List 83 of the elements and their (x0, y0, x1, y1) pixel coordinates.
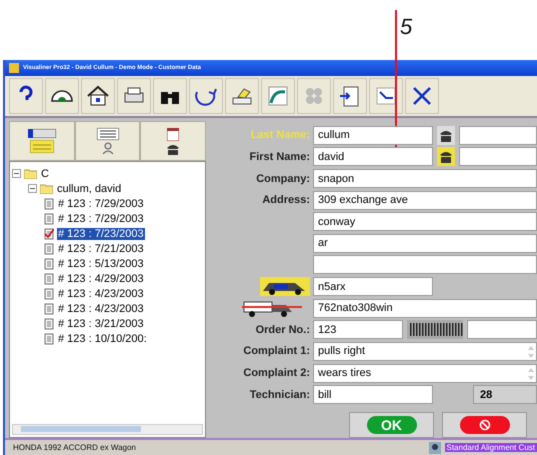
text-field[interactable]: bill (313, 385, 433, 404)
order-item[interactable]: # 123 : 7/21/2003 (57, 242, 145, 254)
order-item[interactable]: # 123 : 7/29/2003 (57, 198, 145, 210)
toolbar-button[interactable] (45, 78, 79, 114)
order-item[interactable]: # 123 : 4/23/2003 (57, 288, 145, 300)
document-icon (44, 332, 54, 344)
toolbar-button[interactable] (333, 78, 367, 114)
plate-icon (28, 129, 56, 138)
text-field[interactable]: cullum (313, 126, 433, 145)
barcode-icon (407, 320, 463, 340)
document-icon (44, 288, 54, 300)
phone-icon[interactable] (437, 147, 455, 166)
vehicle-status: HONDA 1992 ACCORD ex Wagon (13, 443, 137, 452)
checked-document-icon (44, 228, 54, 240)
toolbar-button[interactable] (153, 78, 187, 114)
cancel-button[interactable] (442, 412, 527, 438)
text-field[interactable]: 309 exchange ave (313, 190, 537, 210)
order-item[interactable]: # 123 : 10/10/200: (57, 332, 148, 344)
toolbar-button[interactable] (189, 78, 223, 114)
phone-field[interactable] (459, 126, 537, 145)
text-field[interactable]: conway (313, 212, 537, 232)
phone-icon (166, 142, 180, 154)
text-field[interactable]: snapon (313, 169, 537, 188)
person-icon (102, 142, 114, 154)
car-icon (260, 277, 310, 296)
tab[interactable] (140, 121, 206, 161)
toolbar-button[interactable] (117, 78, 151, 114)
counter: 28 (473, 385, 537, 404)
document-icon (44, 272, 54, 284)
person-icon (428, 442, 440, 454)
document-icon (44, 212, 54, 224)
collapse-icon[interactable] (28, 184, 37, 193)
callout-number: 5 (400, 14, 412, 40)
document-icon (44, 242, 54, 254)
order-item[interactable]: # 123 : 4/23/2003 (57, 302, 145, 314)
toolbar-button[interactable] (225, 78, 259, 114)
home-icon (86, 84, 110, 108)
document-icon (44, 302, 54, 314)
collapse-icon[interactable] (12, 169, 21, 178)
document-icon (44, 318, 54, 330)
field-label: Complaint 1: (243, 345, 310, 358)
field-label: Address: (262, 194, 310, 206)
toolbar-button[interactable] (369, 78, 403, 114)
toolbar-button[interactable] (81, 78, 115, 114)
field-label: Technician: (250, 388, 310, 401)
mode-status: Standard Alignment Cust (444, 443, 537, 452)
folder-icon (24, 168, 37, 179)
text-field[interactable] (467, 320, 537, 340)
field-label: Order No.: (256, 324, 310, 336)
toolbar-button[interactable] (9, 78, 43, 114)
text-field[interactable]: 762nato308win (313, 298, 537, 318)
calendar-icon (167, 128, 180, 140)
text-field[interactable]: david (313, 147, 433, 166)
list-icon (96, 128, 118, 140)
text-field[interactable]: wears tires (313, 364, 537, 382)
text-field[interactable]: ar (313, 234, 537, 253)
folder-label[interactable]: cullum, david (56, 182, 122, 194)
order-item[interactable]: # 123 : 5/13/2003 (57, 258, 145, 270)
folder-icon (40, 183, 53, 194)
text-field[interactable]: n5arx (313, 277, 433, 296)
text-field[interactable]: 123 (313, 320, 403, 340)
document-icon (44, 258, 54, 270)
text-field[interactable] (313, 255, 537, 274)
order-item[interactable]: # 123 : 4/29/2003 (57, 272, 145, 284)
phone-icon[interactable] (437, 126, 455, 145)
app-icon (9, 63, 19, 73)
order-item[interactable]: # 123 : 7/29/2003 (57, 212, 145, 224)
field-label: Complaint 2: (243, 367, 310, 379)
field-label: Last Name: (250, 129, 310, 142)
tab[interactable] (74, 121, 140, 161)
tab[interactable] (9, 121, 75, 161)
field-label: First Name: (249, 150, 310, 163)
cancel-icon (478, 418, 490, 431)
folder-icon (30, 140, 54, 153)
field-label: Company: (256, 172, 310, 185)
scrollbar[interactable] (12, 424, 203, 435)
text-field[interactable]: pulls right (313, 342, 537, 361)
order-item[interactable]: # 123 : 7/23/2003 (57, 228, 145, 240)
phone-field[interactable] (459, 147, 537, 166)
folder-label[interactable]: C (40, 168, 50, 180)
document-icon (44, 198, 54, 210)
toolbar-button[interactable] (405, 78, 439, 114)
order-item[interactable]: # 123 : 3/21/2003 (57, 318, 145, 330)
